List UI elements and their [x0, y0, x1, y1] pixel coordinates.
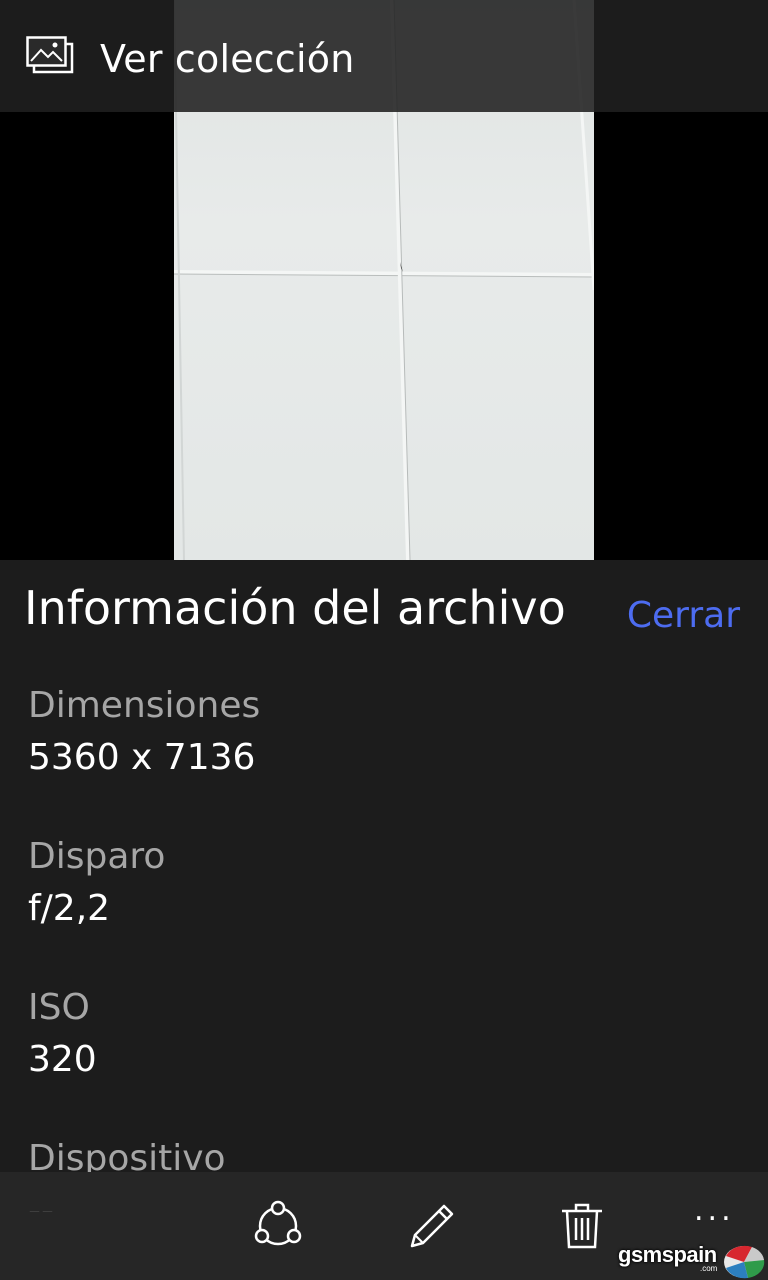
watermark: gsmspain .com	[612, 1238, 768, 1280]
field-dimensions: Dimensiones 5360 x 7136	[28, 684, 260, 780]
field-iso: ISO 320	[28, 986, 97, 1082]
watermark-sub: .com	[700, 1264, 718, 1273]
photo-viewer-screen: Ver colección Información del archivo Ce…	[0, 0, 768, 1280]
watermark-logo	[724, 1245, 765, 1279]
share-button[interactable]	[252, 1200, 304, 1252]
field-shot: Disparo f/2,2	[28, 835, 165, 931]
field-value: 320	[28, 1039, 97, 1080]
field-label: Dispositivo	[28, 1138, 226, 1172]
photo-collection-icon[interactable]	[26, 36, 74, 76]
field-label: ISO	[28, 987, 90, 1028]
panel-title: Información del archivo	[24, 581, 566, 635]
close-button[interactable]: Cerrar	[627, 594, 740, 638]
device-value: --	[28, 1191, 54, 1212]
field-value: f/2,2	[28, 888, 111, 929]
more-options-button[interactable]: ...	[694, 1196, 735, 1226]
field-device: Dispositivo	[28, 1137, 226, 1172]
pencil-icon	[410, 1204, 454, 1248]
field-label: Dimensiones	[28, 685, 261, 726]
file-info-panel: Información del archivo Cerrar Dimension…	[0, 560, 768, 1172]
share-icon	[254, 1200, 302, 1246]
photo-viewer[interactable]: Ver colección	[0, 0, 768, 560]
field-label: Disparo	[28, 836, 166, 877]
edit-button[interactable]	[406, 1200, 458, 1252]
view-collection-link[interactable]: Ver colección	[100, 36, 354, 82]
field-value: 5360 x 7136	[28, 737, 256, 778]
trash-icon	[562, 1203, 602, 1249]
delete-button[interactable]	[556, 1200, 608, 1252]
top-bar: Ver colección	[0, 0, 768, 112]
